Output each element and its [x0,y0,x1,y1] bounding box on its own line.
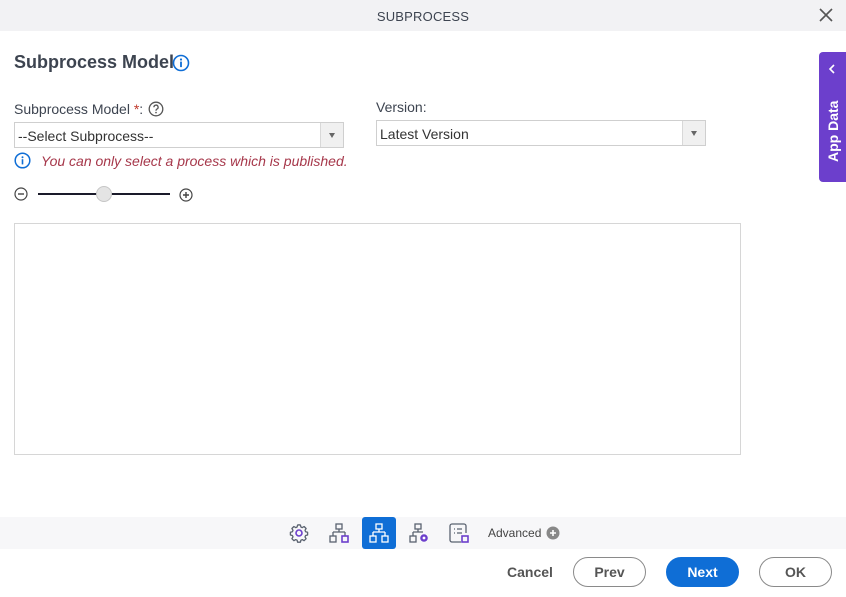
toolbar-settings-button[interactable] [282,517,316,549]
toolbar-subprocess-model-button[interactable] [362,517,396,549]
info-icon[interactable] [172,54,190,72]
published-note: You can only select a process which is p… [41,153,348,169]
chevron-left-icon [828,64,835,74]
zoom-out-icon[interactable] [14,187,28,201]
gear-icon [289,524,309,543]
chevron-down-icon[interactable] [320,123,343,147]
subprocess-model-select[interactable]: --Select Subprocess-- [14,122,344,148]
cancel-button[interactable]: Cancel [500,557,560,587]
hierarchy-gear-icon [409,523,428,543]
toolbar-list-button[interactable] [442,517,476,549]
subprocess-preview-canvas [14,223,741,455]
next-button[interactable]: Next [666,557,739,587]
version-select[interactable]: Latest Version [376,120,706,146]
section-title: Subprocess Model [14,52,175,72]
version-value: Latest Version [380,126,469,142]
app-data-tab[interactable]: App Data [819,52,846,182]
advanced-button[interactable]: Advanced [488,526,541,540]
zoom-slider-thumb[interactable] [96,186,112,202]
toolbar-process-settings-button[interactable] [402,517,436,549]
zoom-in-icon[interactable] [179,188,193,202]
subprocess-model-label: Subprocess Model *: [14,101,143,117]
hierarchy-icon [369,523,389,543]
info-icon [14,152,31,169]
app-data-label: App Data [825,100,841,162]
bottom-toolbar: Advanced [0,517,846,549]
ok-button[interactable]: OK [759,557,832,587]
subprocess-dialog: SUBPROCESS Subprocess Model Subprocess M… [0,0,846,597]
subprocess-model-value: --Select Subprocess-- [18,128,154,144]
version-label: Version: [376,99,427,115]
dialog-title: SUBPROCESS [376,9,470,24]
chevron-down-icon[interactable] [682,121,705,145]
toolbar-process-model-button[interactable] [322,517,356,549]
hierarchy-icon [329,523,349,543]
list-icon [449,523,469,543]
plus-circle-icon[interactable] [546,526,560,540]
label-colon: : [139,101,144,117]
dialog-titlebar: SUBPROCESS [0,0,846,31]
prev-button[interactable]: Prev [573,557,646,587]
help-circle-icon[interactable] [148,101,164,117]
close-icon[interactable] [818,7,834,23]
subprocess-model-label-text: Subprocess Model [14,101,134,117]
